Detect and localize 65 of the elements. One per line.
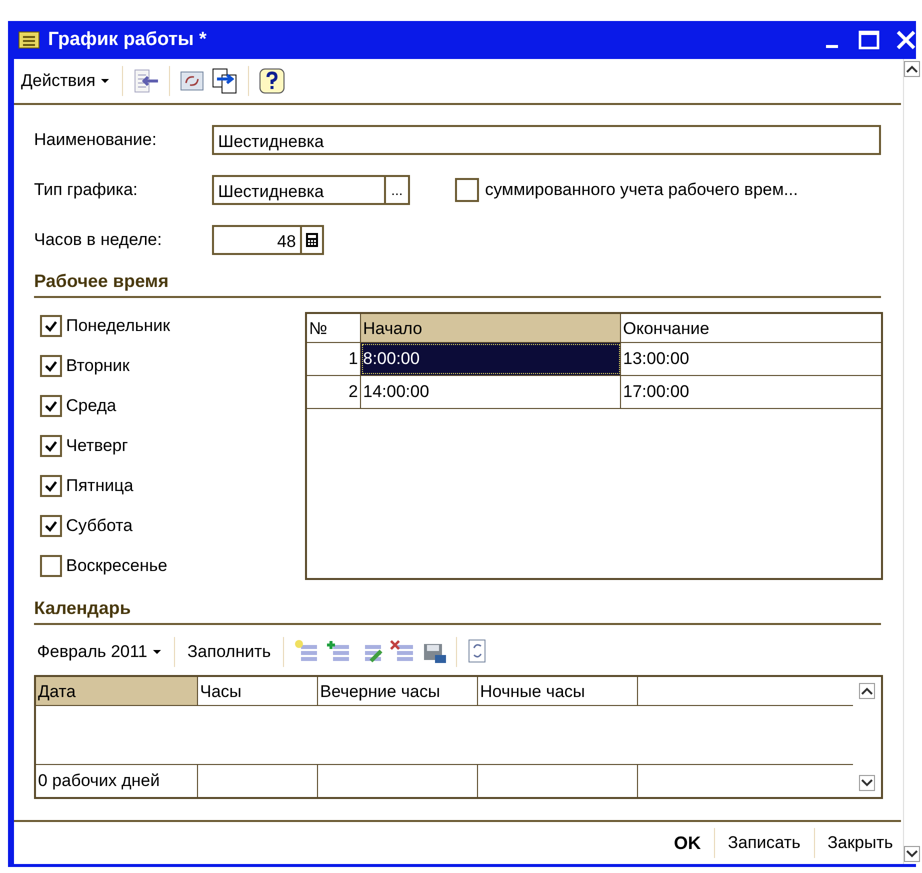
scroll-down-icon[interactable]: [859, 775, 875, 791]
period-menu[interactable]: Февраль 2011: [34, 638, 166, 666]
actions-menu[interactable]: Действия: [18, 67, 114, 95]
select-button[interactable]: ...: [386, 175, 410, 205]
form-icon: [18, 31, 40, 49]
checkbox[interactable]: [40, 555, 62, 577]
column-header[interactable]: Дата: [36, 677, 198, 705]
window-title: График работы *: [48, 29, 208, 51]
dialog-button[interactable]: OK: [666, 828, 709, 858]
checkbox-label: Понедельник: [66, 316, 170, 336]
checkbox-label: Пятница: [66, 476, 134, 496]
checkbox[interactable]: [40, 475, 62, 497]
check-icon: [44, 359, 58, 373]
checkbox[interactable]: [40, 315, 62, 337]
check-icon: [44, 479, 58, 493]
column-header[interactable]: Ночные часы: [478, 677, 638, 705]
table-cell[interactable]: 13:00:00: [621, 343, 881, 375]
checkbox[interactable]: [40, 395, 62, 417]
checkbox-label: Среда: [66, 396, 116, 416]
checkbox[interactable]: [40, 435, 62, 457]
section-title: Рабочее время: [34, 271, 881, 298]
field-label: Тип графика:: [34, 180, 139, 200]
checkbox[interactable]: [40, 355, 62, 377]
checkbox-label: Воскресенье: [66, 556, 168, 576]
input-field[interactable]: 48: [212, 225, 302, 255]
documents-arrow-icon[interactable]: [211, 67, 240, 95]
close-icon[interactable]: [896, 29, 916, 51]
maximize-icon[interactable]: [858, 29, 880, 51]
check-icon: [44, 319, 58, 333]
caret-icon: [152, 649, 162, 655]
scroll-up-icon[interactable]: [859, 683, 875, 699]
column-header[interactable]: Вечерние часы: [318, 677, 478, 705]
checkbox[interactable]: [455, 178, 479, 202]
help-icon[interactable]: [258, 67, 286, 95]
field-label: Наименование:: [34, 130, 158, 150]
checkbox-label: Суббота: [66, 516, 133, 536]
table-cell[interactable]: 8:00:00: [361, 343, 621, 375]
table-cell: 2: [307, 376, 361, 408]
column-header[interactable]: Часы: [198, 677, 318, 705]
field-label: Часов в неделе:: [34, 230, 163, 250]
input-field[interactable]: Шестидневка: [212, 125, 881, 155]
checkbox-label: суммированного учета рабочего врем...: [485, 180, 798, 200]
checkbox-label: Четверг: [66, 436, 128, 456]
check-icon: [44, 439, 58, 453]
column-header[interactable]: Окончание: [621, 314, 881, 342]
checkbox[interactable]: [40, 515, 62, 537]
table-cell[interactable]: 17:00:00: [621, 376, 881, 408]
footer-cell: 0 рабочих дней: [36, 765, 198, 797]
checkbox-label: Вторник: [66, 356, 130, 376]
table-cell[interactable]: 14:00:00: [361, 376, 621, 408]
calculator-button[interactable]: [302, 225, 324, 255]
list-arrow-icon[interactable]: [132, 68, 160, 94]
fill-button[interactable]: Заполнить: [184, 638, 274, 666]
input-field[interactable]: Шестидневка: [212, 175, 386, 205]
dialog-button[interactable]: Закрыть: [820, 829, 901, 857]
check-icon: [44, 399, 58, 413]
section-title: Календарь: [34, 598, 881, 625]
dialog-button[interactable]: Записать: [720, 829, 809, 857]
scrollbar[interactable]: [903, 59, 920, 864]
column-header[interactable]: Начало: [361, 314, 621, 342]
scroll-down-icon[interactable]: [904, 846, 920, 862]
calculator-icon: [306, 233, 318, 247]
scroll-up-icon[interactable]: [904, 61, 920, 77]
caret-icon: [100, 78, 110, 84]
check-icon: [44, 519, 58, 533]
